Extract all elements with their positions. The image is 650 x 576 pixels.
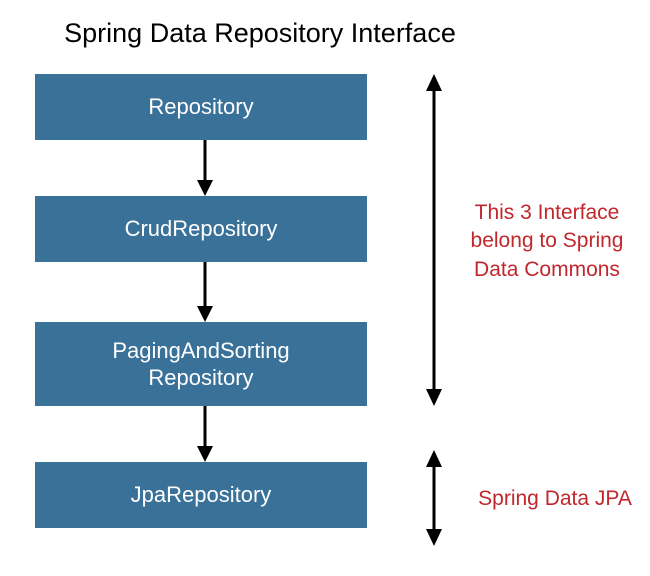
- box-repository-label: Repository: [148, 93, 253, 121]
- box-paging-and-sorting-repository-label: PagingAndSorting Repository: [112, 337, 289, 392]
- double-arrow-vertical-icon: [424, 450, 444, 546]
- box-jpa-repository: JpaRepository: [35, 462, 367, 528]
- box-crud-repository-label: CrudRepository: [125, 215, 278, 243]
- double-arrow-vertical-icon: [424, 74, 444, 406]
- box-paging-and-sorting-repository: PagingAndSorting Repository: [35, 322, 367, 406]
- arrow-down-icon: [195, 262, 215, 322]
- box-crud-repository: CrudRepository: [35, 196, 367, 262]
- arrow-down-icon: [195, 140, 215, 196]
- arrow-down-icon: [195, 406, 215, 462]
- box-jpa-repository-label: JpaRepository: [131, 481, 272, 509]
- diagram-title: Spring Data Repository Interface: [0, 18, 520, 49]
- box-repository: Repository: [35, 74, 367, 140]
- annotation-spring-data-commons: This 3 Interface belong to Spring Data C…: [462, 199, 632, 284]
- annotation-spring-data-jpa: Spring Data JPA: [470, 485, 640, 513]
